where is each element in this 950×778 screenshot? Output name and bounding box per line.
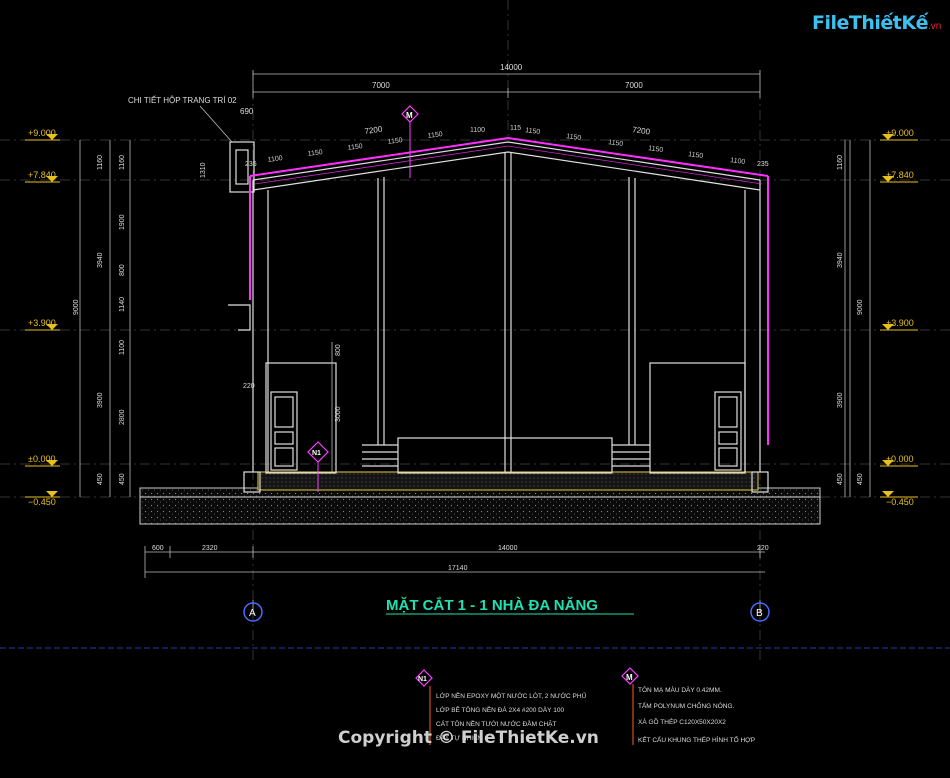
dim-right-1160: 1160 [837, 155, 844, 170]
dim-seg-9: 1150 [566, 133, 582, 142]
dim-top-half-left: 7000 [372, 81, 390, 90]
logo-text: FileThiếtKế [812, 12, 928, 34]
legend-n1-1: LỚP NỀN EPOXY MỘT NƯỚC LÓT, 2 NƯỚC PHỦ [436, 690, 587, 700]
dim-roof-left: 7200 [364, 125, 383, 136]
dim-roof-right: 7200 [632, 125, 651, 136]
dim-left-450: 450 [119, 473, 126, 485]
roof-cladding [249, 136, 769, 445]
dim-inner-3000: 3000 [335, 406, 342, 422]
dim-seg-8: 1150 [525, 127, 541, 136]
level-left-3900: +3.900 [28, 318, 56, 328]
dim-left-1140: 1140 [119, 297, 126, 312]
building-outline [228, 141, 769, 493]
logo-suffix: .vn [927, 21, 942, 32]
dim-left-220: 220 [243, 383, 255, 390]
level-right-9000: +9.000 [886, 128, 914, 138]
level-right-m450: −0.450 [886, 497, 914, 507]
dim-right-9000: 9000 [857, 299, 864, 315]
floor-slab [257, 471, 759, 491]
dim-edge-left: 235 [245, 161, 257, 168]
dim-left-1900: 1900 [119, 214, 126, 230]
level-markers [25, 139, 918, 498]
dim-seg-13: 1100 [730, 157, 746, 166]
site-logo[interactable]: FileThiếtKế.vn [812, 12, 941, 44]
dim-right-450: 450 [837, 473, 844, 485]
level-right-0000: ±0.000 [886, 454, 913, 464]
dim-bottom-600: 600 [152, 545, 164, 552]
dim-left-1160: 1160 [119, 155, 126, 170]
dim-seg-6: 1100 [470, 127, 485, 134]
cad-canvas: +9.000 +7.840 +3.900 ±0.000 −0.450 +9.00… [0, 0, 950, 778]
dim-right-3940: 3940 [837, 252, 844, 268]
detail-label: CHI TIẾT HỘP TRANG TRÍ 02 [128, 95, 237, 105]
legend-n1-3: CÁT TÔN NỀN TƯỚI NƯỚC ĐẦM CHẶT [436, 718, 557, 728]
dim-edge-right: 235 [757, 161, 769, 168]
dim-seg-1: 1100 [267, 155, 283, 164]
dim-right-450b: 450 [857, 473, 864, 485]
dim-left-1310: 1310 [200, 162, 207, 178]
legend-m-1: TÔN MẠ MÀU DÀY 0.42MM. [638, 685, 722, 694]
svg-text:M: M [626, 673, 633, 682]
dim-seg-2: 1150 [307, 149, 323, 158]
dim-seg-3: 1150 [347, 143, 363, 152]
level-right-7840: +7.840 [886, 170, 914, 180]
dim-top-half-right: 7000 [625, 81, 643, 90]
dim-bottom-2320: 2320 [202, 545, 218, 552]
dim-inner-800: 800 [335, 344, 342, 356]
level-left-m450: −0.450 [28, 497, 56, 507]
dim-left-800: 800 [119, 264, 126, 276]
legend-m-3: XÀ GỒ THÉP C120X50X20X2 [638, 716, 726, 726]
dim-left-2800: 2800 [119, 409, 126, 425]
svg-text:B: B [756, 608, 763, 619]
dim-seg-11: 1150 [648, 145, 664, 154]
drawing-title: MẶT CẮT 1 - 1 NHÀ ĐA NĂNG [386, 596, 598, 614]
dim-bottom-14000: 14000 [498, 545, 518, 552]
level-left-7840: +7.840 [28, 170, 56, 180]
copyright-watermark: Copyright © FileThietKe.vn [338, 728, 599, 748]
legend-n1-2: LỚP BÊ TÔNG NỀN ĐÁ 2X4 #200 DÀY 100 [436, 704, 564, 714]
dim-seg-7: 115 [510, 125, 521, 132]
level-right-3900: +3.900 [886, 318, 914, 328]
dim-seg-4: 1150 [387, 137, 403, 146]
svg-text:N1: N1 [418, 676, 427, 683]
dim-left-1160b: 1160 [97, 155, 104, 170]
dim-seg-5: 1150 [427, 131, 443, 140]
ground-fill [139, 487, 821, 525]
legend-m-2: TẤM POLYNUM CHỐNG NÓNG. [638, 700, 734, 710]
dim-left-3900: 3900 [97, 392, 104, 408]
dim-bottom-17140: 17140 [448, 565, 468, 572]
level-left-9000: +9.000 [28, 128, 56, 138]
dim-right-3900: 3900 [837, 392, 844, 408]
dim-bottom-220: 220 [757, 545, 769, 552]
section-drawing: +9.000 +7.840 +3.900 ±0.000 −0.450 +9.00… [0, 0, 950, 745]
svg-text:M: M [406, 111, 413, 120]
level-left-0000: ±0.000 [28, 454, 55, 464]
svg-text:A: A [249, 608, 256, 619]
dim-seg-12: 1150 [688, 151, 704, 160]
legend-m-4: KẾT CẤU KHUNG THÉP HÌNH TỔ HỢP [638, 734, 755, 744]
svg-text:N1: N1 [312, 450, 321, 457]
dim-top-total: 14000 [500, 63, 523, 72]
dim-left-9000: 9000 [73, 299, 80, 315]
dim-box: 690 [240, 107, 254, 116]
dim-left-3940: 3940 [97, 252, 104, 268]
dim-seg-10: 1150 [608, 139, 624, 148]
dim-left-450b: 450 [97, 473, 104, 485]
dim-left-1100: 1100 [119, 340, 126, 355]
legend-marker-m: M [621, 667, 639, 745]
